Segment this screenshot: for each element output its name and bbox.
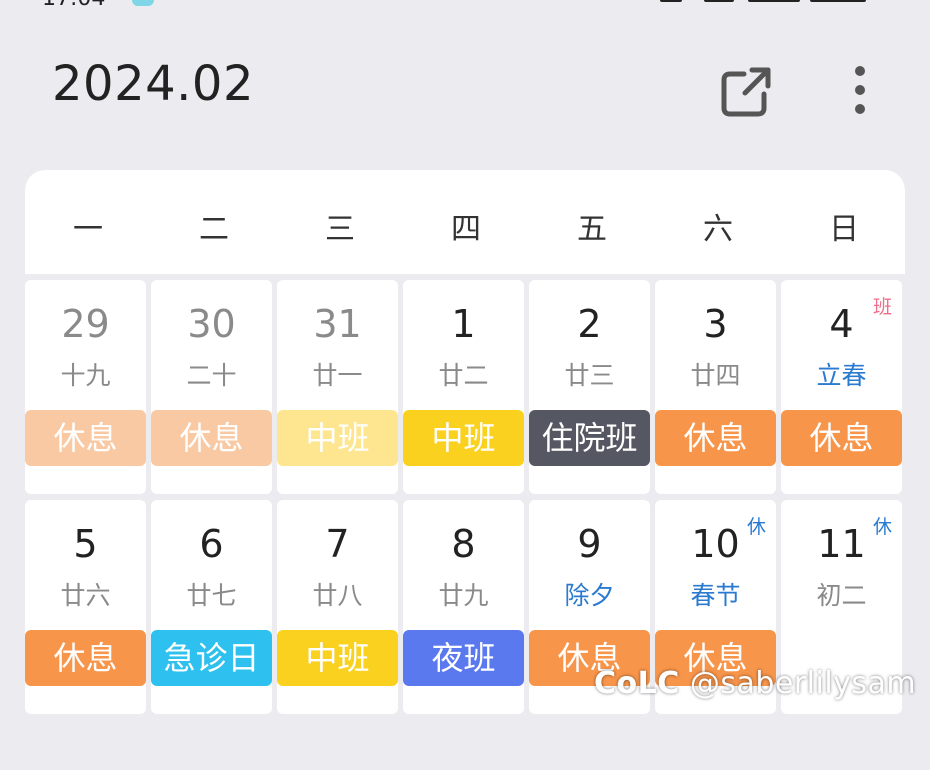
weekday-label: 五 bbox=[577, 212, 607, 247]
weekday-label: 四 bbox=[451, 212, 481, 247]
holiday-badge: 休 bbox=[872, 516, 892, 538]
shift-label: 休息 bbox=[25, 630, 146, 686]
day-cell[interactable]: 7 廿八中班 bbox=[277, 500, 398, 714]
lunar-date: 十九 bbox=[60, 361, 111, 390]
lunar-date: 廿三 bbox=[564, 361, 615, 390]
lunar-date: 廿二 bbox=[438, 361, 489, 390]
lunar-date: 廿九 bbox=[438, 581, 489, 610]
holiday-badge: 休 bbox=[746, 516, 766, 538]
day-number: 2 bbox=[577, 302, 602, 346]
shift-label: 休息 bbox=[25, 410, 146, 466]
lunar-date: 廿六 bbox=[60, 581, 111, 610]
shift-label: 休息 bbox=[781, 410, 902, 466]
shift-label: 休息 bbox=[151, 410, 272, 466]
lunar-date: 春节 bbox=[690, 581, 741, 610]
day-cell[interactable]: 2 廿三住院班 bbox=[529, 280, 650, 494]
watermark: CoLC @saberlilysam bbox=[594, 666, 917, 701]
lunar-date: 廿七 bbox=[186, 581, 237, 610]
lunar-date: 廿八 bbox=[312, 581, 363, 610]
day-cell[interactable]: 4 立春班休息 bbox=[781, 280, 902, 494]
lunar-date: 廿四 bbox=[690, 361, 741, 390]
day-number: 30 bbox=[187, 302, 236, 346]
lunar-date: 初二 bbox=[816, 581, 867, 610]
day-cell[interactable]: 1 廿二中班 bbox=[403, 280, 524, 494]
lunar-date: 廿一 bbox=[312, 361, 363, 390]
lunar-date: 二十 bbox=[186, 361, 237, 390]
day-cell[interactable]: 8 廿九夜班 bbox=[403, 500, 524, 714]
day-number: 31 bbox=[313, 302, 362, 346]
shift-label: 夜班 bbox=[403, 630, 524, 686]
status-icons bbox=[660, 0, 870, 4]
day-number: 6 bbox=[199, 522, 224, 566]
status-time: 17:04 bbox=[42, 0, 105, 11]
day-number: 7 bbox=[325, 522, 350, 566]
day-cell[interactable]: 5 廿六休息 bbox=[25, 500, 146, 714]
day-number: 29 bbox=[61, 302, 110, 346]
day-number: 9 bbox=[577, 522, 602, 566]
day-number: 5 bbox=[73, 522, 98, 566]
shift-label: 急诊日 bbox=[151, 630, 272, 686]
lunar-date: 立春 bbox=[816, 361, 867, 390]
day-cell[interactable]: 6 廿七急诊日 bbox=[151, 500, 272, 714]
shift-label: 中班 bbox=[277, 410, 398, 466]
day-number: 3 bbox=[703, 302, 728, 346]
holiday-badge: 班 bbox=[872, 296, 892, 318]
weekday-label: 六 bbox=[703, 212, 733, 247]
shift-label: 住院班 bbox=[529, 410, 650, 466]
more-options-icon[interactable] bbox=[842, 62, 878, 118]
day-number: 1 bbox=[451, 302, 476, 346]
weekday-label: 一 bbox=[73, 212, 103, 247]
weekday-label: 日 bbox=[829, 212, 859, 247]
weekday-header: 一二三四五六日 bbox=[25, 170, 905, 274]
weekday-label: 二 bbox=[199, 212, 229, 247]
share-icon[interactable] bbox=[718, 62, 774, 118]
day-number: 8 bbox=[451, 522, 476, 566]
weekday-label: 三 bbox=[325, 212, 355, 247]
day-cell[interactable]: 3 廿四休息 bbox=[655, 280, 776, 494]
day-cell[interactable]: 31 廿一中班 bbox=[277, 280, 398, 494]
shift-label: 中班 bbox=[277, 630, 398, 686]
status-bar: 17:04 bbox=[0, 0, 930, 12]
watermark-text: @saberlilysam bbox=[689, 666, 917, 701]
status-indicator bbox=[132, 0, 154, 6]
day-cell[interactable]: 30 二十休息 bbox=[151, 280, 272, 494]
page-title[interactable]: 2024.02 bbox=[52, 56, 254, 112]
shift-label: 休息 bbox=[655, 410, 776, 466]
day-cell[interactable]: 29 十九休息 bbox=[25, 280, 146, 494]
shift-label: 中班 bbox=[403, 410, 524, 466]
lunar-date: 除夕 bbox=[564, 581, 615, 610]
